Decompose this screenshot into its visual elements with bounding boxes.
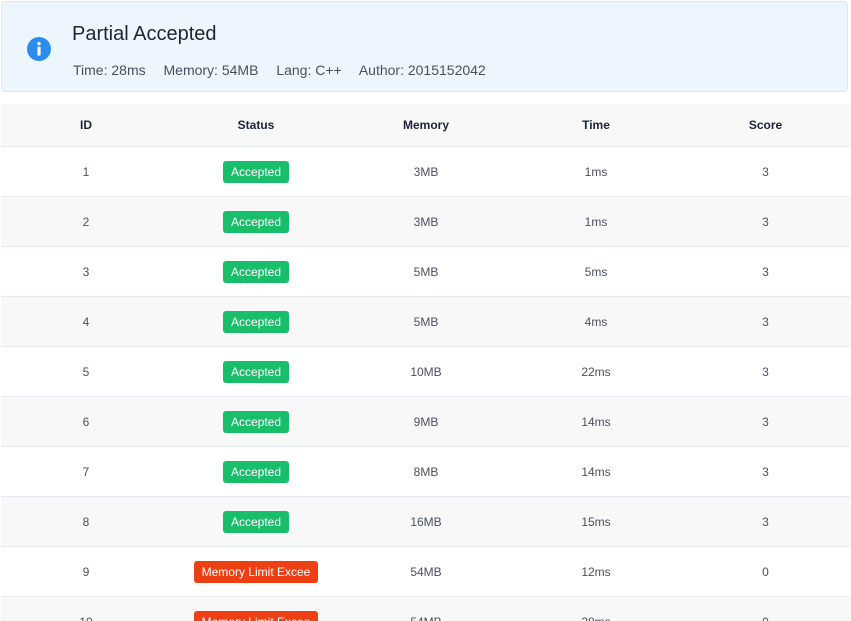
status-badge: Accepted xyxy=(222,160,290,183)
table-row: 2 Accepted 3MB 1ms 3 xyxy=(1,196,850,247)
memory-value: Memory: 54MB xyxy=(163,62,259,78)
table-header-row: ID Status Memory Time Score xyxy=(1,104,850,147)
status-badge: Accepted xyxy=(222,410,290,433)
cell-score: 3 xyxy=(681,146,850,197)
cell-time: 22ms xyxy=(511,346,681,397)
cell-memory: 10MB xyxy=(341,346,511,397)
cell-score: 3 xyxy=(681,296,850,347)
table-row: 3 Accepted 5MB 5ms 3 xyxy=(1,246,850,297)
column-header-time: Time xyxy=(511,104,681,147)
table-row: 1 Accepted 3MB 1ms 3 xyxy=(1,146,850,197)
cell-memory: 54MB xyxy=(341,546,511,597)
column-header-status: Status xyxy=(171,104,341,147)
submission-meta: Time: 28ms Memory: 54MB Lang: C++ Author… xyxy=(73,61,486,79)
status-badge: Accepted xyxy=(222,360,290,383)
cell-id: 8 xyxy=(1,496,171,547)
cell-memory: 16MB xyxy=(341,496,511,547)
cell-score: 3 xyxy=(681,396,850,447)
cell-memory: 8MB xyxy=(341,446,511,497)
cell-status: Memory Limit Excee xyxy=(171,596,341,621)
author-value: Author: 2015152042 xyxy=(358,62,486,78)
submission-summary: Partial Accepted Time: 28ms Memory: 54MB… xyxy=(1,1,848,92)
cell-time: 4ms xyxy=(511,296,681,347)
cell-memory: 54MB xyxy=(341,596,511,621)
cell-memory: 5MB xyxy=(341,296,511,347)
cell-id: 3 xyxy=(1,246,171,297)
cell-time: 1ms xyxy=(511,196,681,247)
status-badge: Accepted xyxy=(222,260,290,283)
cell-status: Accepted xyxy=(171,446,341,497)
status-badge: Memory Limit Excee xyxy=(193,560,319,583)
cell-id: 4 xyxy=(1,296,171,347)
cell-score: 3 xyxy=(681,346,850,397)
cell-memory: 3MB xyxy=(341,196,511,247)
cell-score: 3 xyxy=(681,496,850,547)
lang-value: Lang: C++ xyxy=(276,62,342,78)
cell-score: 3 xyxy=(681,196,850,247)
column-header-score: Score xyxy=(681,104,850,147)
status-badge: Accepted xyxy=(222,460,290,483)
table-row: 10 Memory Limit Excee 54MB28ms0 xyxy=(1,596,850,621)
cell-id: 1 xyxy=(1,146,171,197)
cell-score: 3 xyxy=(681,246,850,297)
table-row: 4 Accepted 5MB 4ms 3 xyxy=(1,296,850,347)
cell-time: 14ms xyxy=(511,396,681,447)
cell-memory: 3MB xyxy=(341,146,511,197)
cell-memory: 5MB xyxy=(341,246,511,297)
time-value: Time: 28ms xyxy=(73,62,146,78)
cell-id: 10 xyxy=(1,596,171,621)
status-badge: Accepted xyxy=(222,310,290,333)
cell-id: 6 xyxy=(1,396,171,447)
cell-score: 3 xyxy=(681,446,850,497)
column-header-memory: Memory xyxy=(341,104,511,147)
cell-status: Accepted xyxy=(171,196,341,247)
testcase-table: ID Status Memory Time Score 1 Accepted 3MB… xyxy=(1,104,850,621)
table-row: 9 Memory Limit Excee 54MB 12ms 0 xyxy=(1,546,850,597)
cell-id: 5 xyxy=(1,346,171,397)
status-title: Partial Accepted xyxy=(72,23,217,45)
info-icon xyxy=(27,37,51,61)
cell-time: 1ms xyxy=(511,146,681,197)
table-row: 8 Accepted 16MB 15ms 3 xyxy=(1,496,850,547)
cell-status: Accepted xyxy=(171,146,341,197)
table-row: 7 Accepted 8MB 14ms 3 xyxy=(1,446,850,497)
cell-status: Accepted xyxy=(171,296,341,347)
cell-score: 0 xyxy=(681,546,850,597)
status-badge: Memory Limit Excee xyxy=(193,610,319,621)
cell-id: 2 xyxy=(1,196,171,247)
cell-memory: 9MB xyxy=(341,396,511,447)
status-badge: Accepted xyxy=(222,210,290,233)
cell-status: Accepted xyxy=(171,496,341,547)
status-badge: Accepted xyxy=(222,510,290,533)
table-row: 5 Accepted 10MB 22ms 3 xyxy=(1,346,850,397)
table-row: 6 Accepted 9MB 14ms 3 xyxy=(1,396,850,447)
cell-time: 14ms xyxy=(511,446,681,497)
cell-score: 0 xyxy=(681,596,850,621)
cell-time: 5ms xyxy=(511,246,681,297)
cell-time: 12ms xyxy=(511,546,681,597)
cell-id: 9 xyxy=(1,546,171,597)
cell-time: 15ms xyxy=(511,496,681,547)
column-header-id: ID xyxy=(1,104,171,147)
cell-id: 7 xyxy=(1,446,171,497)
cell-status: Accepted xyxy=(171,246,341,297)
cell-status: Memory Limit Excee xyxy=(171,546,341,597)
cell-time: 28ms xyxy=(511,596,681,621)
cell-status: Accepted xyxy=(171,396,341,447)
cell-status: Accepted xyxy=(171,346,341,397)
